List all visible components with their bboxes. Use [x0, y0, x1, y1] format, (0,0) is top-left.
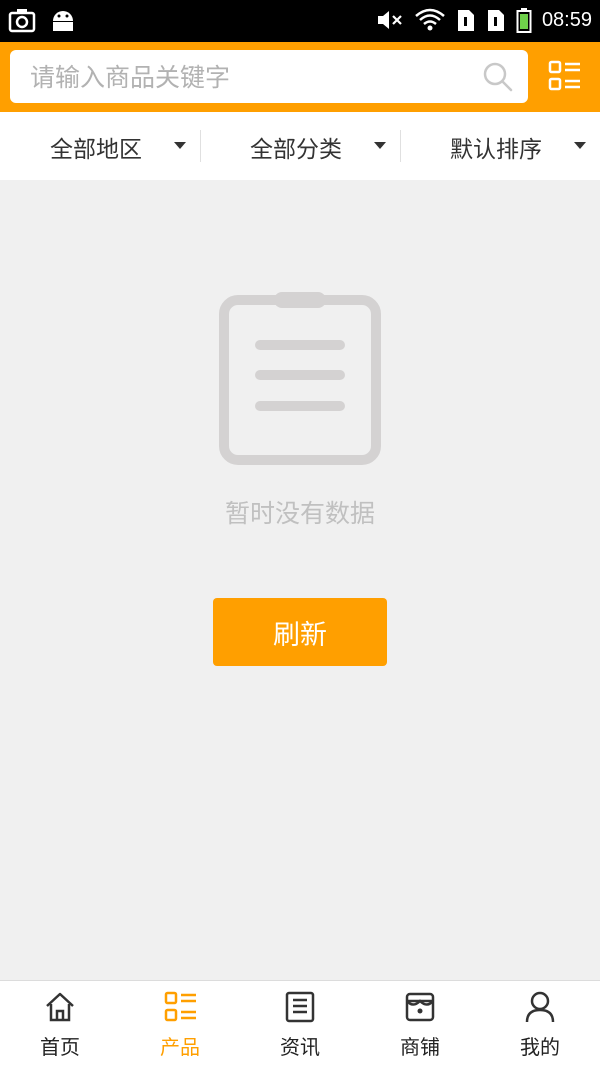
news-icon — [285, 991, 315, 1023]
tab-news-label: 资讯 — [280, 1035, 320, 1059]
status-bar: 08:59 — [0, 0, 600, 42]
product-list-icon — [164, 991, 196, 1022]
wifi-icon — [415, 8, 445, 31]
search-header — [0, 42, 600, 112]
tab-products-label: 产品 — [160, 1035, 200, 1059]
user-icon — [525, 991, 555, 1023]
tab-home-label: 首页 — [40, 1035, 80, 1059]
tab-mine-label: 我的 — [520, 1035, 560, 1059]
tab-stores[interactable]: 商铺 — [360, 981, 480, 1068]
filter-region[interactable]: 全部地区 — [0, 112, 200, 180]
tab-products[interactable]: 产品 — [120, 981, 240, 1068]
tab-stores-label: 商铺 — [400, 1035, 440, 1059]
search-box[interactable] — [10, 50, 528, 103]
filter-bar: 全部地区 全部分类 默认排序 — [0, 112, 600, 180]
filter-sort[interactable]: 默认排序 — [400, 112, 600, 180]
clock: 08:59 — [541, 8, 592, 31]
sim1-icon — [457, 10, 474, 31]
refresh-button[interactable]: 刷新 — [213, 598, 387, 666]
filter-sort-label: 默认排序 — [450, 137, 542, 163]
category-menu-icon[interactable] — [548, 60, 582, 92]
mute-icon — [377, 11, 402, 29]
empty-message: 暂时没有数据 — [224, 499, 375, 528]
filter-region-label: 全部地区 — [50, 137, 142, 163]
screenshot-icon — [8, 9, 36, 33]
sim2-icon — [487, 10, 504, 31]
filter-category-label: 全部分类 — [250, 137, 342, 163]
empty-clipboard-icon — [219, 292, 381, 465]
search-input[interactable] — [28, 56, 472, 98]
store-icon — [405, 992, 435, 1022]
android-icon — [53, 11, 73, 31]
bottom-tab-bar: 首页 产品 资讯 商铺 我的 — [0, 980, 600, 1068]
tab-home[interactable]: 首页 — [0, 981, 120, 1068]
chevron-down-icon — [174, 142, 186, 149]
filter-category[interactable]: 全部分类 — [200, 112, 400, 180]
search-icon[interactable] — [482, 61, 514, 93]
chevron-down-icon — [374, 142, 386, 149]
home-icon — [46, 992, 74, 1022]
battery-icon — [516, 8, 532, 33]
chevron-down-icon — [574, 142, 586, 149]
tab-news[interactable]: 资讯 — [240, 981, 360, 1068]
tab-mine[interactable]: 我的 — [480, 981, 600, 1068]
